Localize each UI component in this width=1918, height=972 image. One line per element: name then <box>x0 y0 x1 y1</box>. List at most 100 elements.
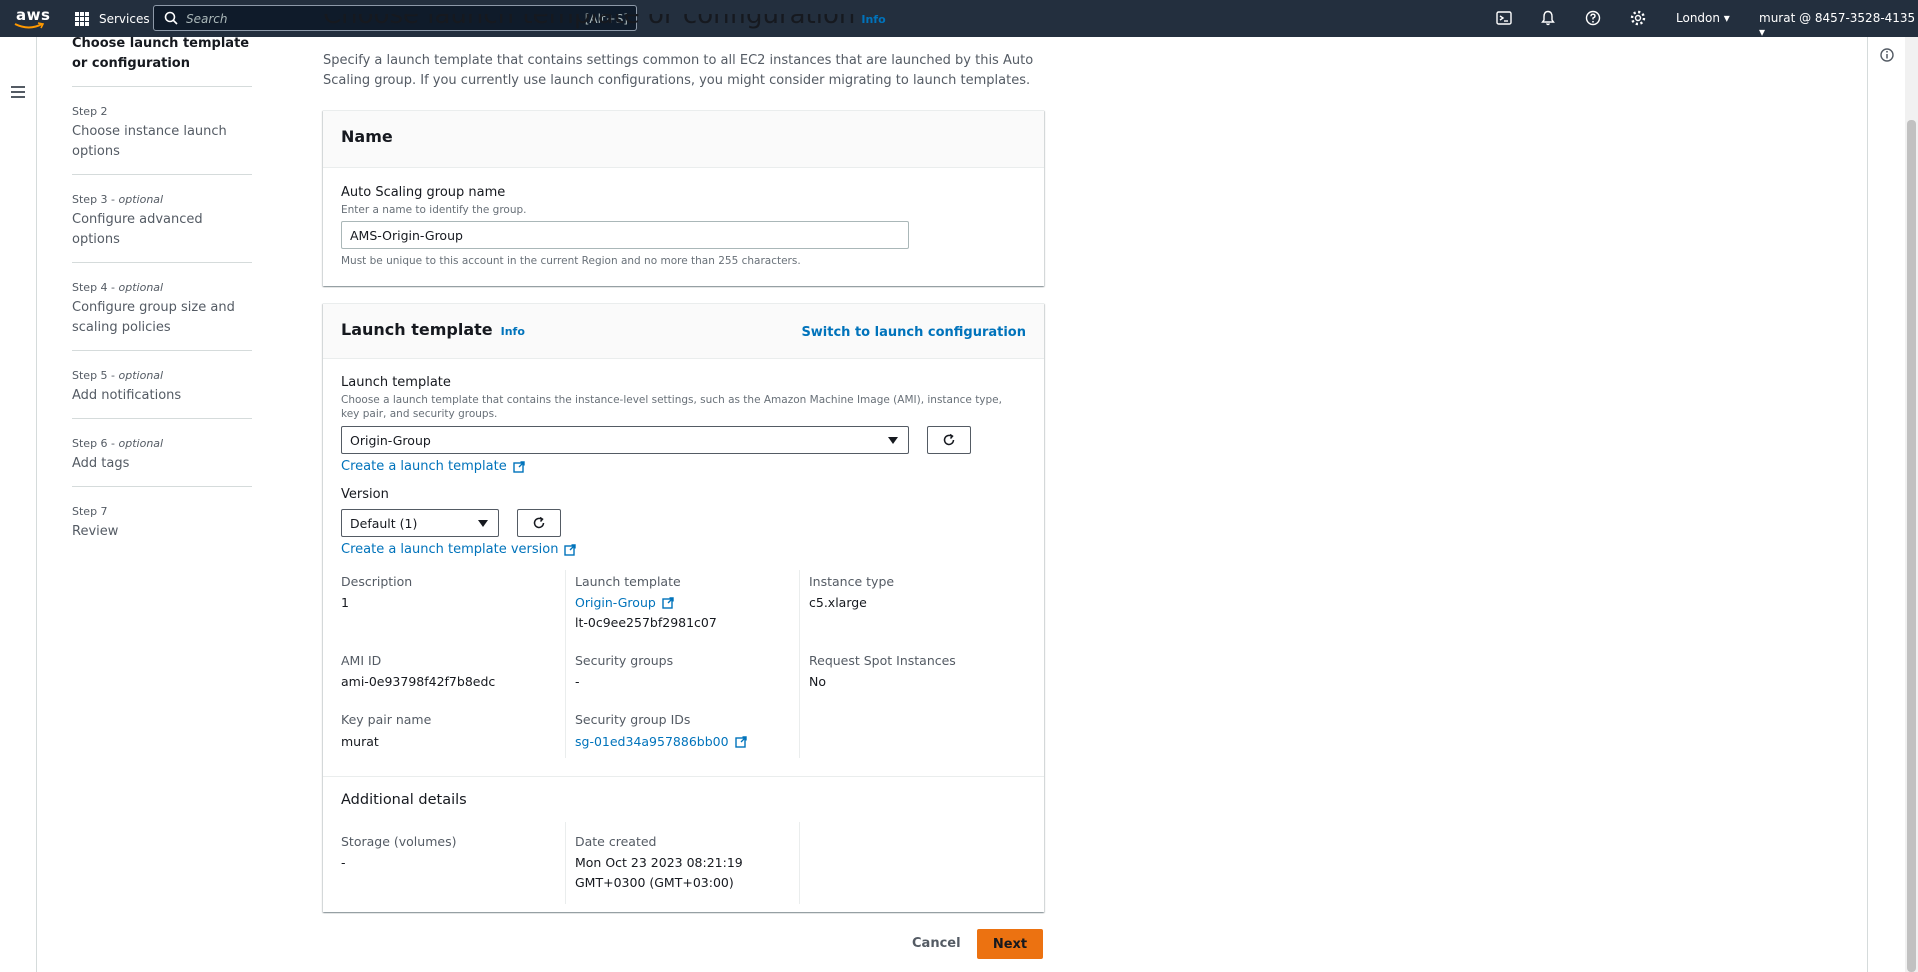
refresh-templates-button[interactable] <box>927 426 971 454</box>
external-link-icon <box>564 543 577 556</box>
cloudshell-icon[interactable] <box>1496 10 1512 26</box>
version-selected-value: Default (1) <box>350 516 418 531</box>
create-launch-template-version-link[interactable]: Create a launch template version <box>341 542 577 557</box>
bell-icon[interactable] <box>1540 10 1556 26</box>
asg-name-constraint: Must be unique to this account in the cu… <box>341 255 801 267</box>
create-launch-template-link[interactable]: Create a launch template <box>341 459 525 474</box>
ami-id-key: AMI ID <box>341 653 382 668</box>
step-2[interactable]: Step 2 Choose instance launch options <box>72 105 252 175</box>
external-link-icon <box>662 596 674 609</box>
launch-template-selected-value: Origin-Group <box>350 433 431 448</box>
grid-icon <box>75 12 89 26</box>
column-divider <box>565 822 566 904</box>
name-card: Name Auto Scaling group name Enter a nam… <box>323 110 1044 286</box>
ami-id-value: ami-0e93798f42f7b8edc <box>341 674 496 689</box>
date-created-value: Mon Oct 23 2023 08:21:19 <box>575 855 743 870</box>
external-link-icon <box>512 460 525 473</box>
key-pair-key: Key pair name <box>341 712 432 727</box>
search-placeholder: Search <box>186 12 228 26</box>
asg-name-label: Auto Scaling group name <box>341 185 506 200</box>
page-title: Choose launch template or configuration I… <box>323 14 886 30</box>
step-1[interactable]: Choose launch template or configuration <box>72 34 252 87</box>
security-group-ids-key: Security group IDs <box>575 712 691 727</box>
cancel-button[interactable]: Cancel <box>900 929 973 959</box>
name-card-header: Name <box>323 111 1044 168</box>
step-number: Step 2 <box>72 105 108 118</box>
refresh-icon <box>533 516 545 529</box>
search-icon <box>164 11 178 25</box>
launch-template-card: Launch template Info Switch to launch con… <box>323 303 1044 912</box>
launch-template-card-title: Launch template Info <box>341 320 525 339</box>
column-divider <box>799 570 800 758</box>
storage-key: Storage (volumes) <box>341 834 457 849</box>
scrollbar-thumb[interactable] <box>1907 120 1916 972</box>
step-title: Configure group size and scaling policie… <box>72 300 235 335</box>
page-title-info-link[interactable]: Info <box>861 14 885 26</box>
instance-type-key: Instance type <box>809 574 895 589</box>
security-group-id-link[interactable]: sg-01ed34a957886bb00 <box>575 734 747 749</box>
step-6[interactable]: Step 6 - optional Add tags <box>72 437 252 487</box>
security-groups-value: - <box>575 674 580 689</box>
step-number: Step 3 - optional <box>72 193 164 206</box>
additional-details-heading: Additional details <box>341 792 467 808</box>
aws-logo[interactable]: aws <box>14 5 50 31</box>
launch-template-label: Launch template <box>341 375 451 390</box>
step-number: Step 6 - optional <box>72 437 164 450</box>
date-created-key: Date created <box>575 834 657 849</box>
menu-icon[interactable] <box>11 86 25 101</box>
step-title: Add tags <box>72 456 130 471</box>
key-pair-value: murat <box>341 734 379 749</box>
external-link-icon <box>734 735 747 748</box>
caret-down-icon <box>888 437 898 444</box>
request-spot-key: Request Spot Instances <box>809 653 956 668</box>
column-divider <box>799 822 800 904</box>
step-5[interactable]: Step 5 - optional Add notifications <box>72 369 252 419</box>
launch-template-select[interactable]: Origin-Group <box>341 426 909 454</box>
help-icon[interactable] <box>1585 10 1601 26</box>
launch-template-card-header: Launch template Info Switch to launch con… <box>323 304 1044 359</box>
section-divider <box>323 776 1044 777</box>
description-key: Description <box>341 574 413 589</box>
launch-template-info-link[interactable]: Info <box>501 325 525 338</box>
launch-template-hint: Choose a launch template that contains t… <box>341 394 1002 420</box>
account-menu[interactable]: murat @ 8457-3528-4135 ▾ <box>1759 11 1918 39</box>
launch-template-key: Launch template <box>575 574 681 589</box>
next-button[interactable]: Next <box>977 929 1043 959</box>
top-navigation: aws Services Search [Alt+S] London ▾ mur… <box>0 0 1918 39</box>
launch-template-detail-link[interactable]: Origin-Group <box>575 595 674 610</box>
refresh-versions-button[interactable] <box>517 509 561 537</box>
column-divider <box>565 570 566 758</box>
asg-name-hint: Enter a name to identify the group. <box>341 204 527 216</box>
aws-smile-icon <box>14 22 44 29</box>
step-number: Step 5 - optional <box>72 369 164 382</box>
step-title: Choose instance launch options <box>72 124 227 159</box>
version-select[interactable]: Default (1) <box>341 509 499 537</box>
step-title: Review <box>72 524 119 539</box>
step-title: Add notifications <box>72 388 182 403</box>
instance-type-value: c5.xlarge <box>809 595 867 610</box>
step-title: Configure advanced options <box>72 212 203 247</box>
step-number: Step 7 <box>72 505 108 518</box>
wizard-steps: Choose launch template or configuration … <box>72 34 252 572</box>
gear-icon[interactable] <box>1630 10 1646 26</box>
step-number: Step 4 - optional <box>72 281 164 294</box>
refresh-icon <box>943 433 955 446</box>
name-card-title: Name <box>341 127 393 146</box>
services-menu-button[interactable]: Services <box>75 9 150 29</box>
description-value: 1 <box>341 595 349 610</box>
request-spot-value: No <box>809 674 826 689</box>
services-label: Services <box>99 12 150 26</box>
page-description: Specify a launch template that contains … <box>323 53 1034 88</box>
asg-name-input[interactable]: AMS-Origin-Group <box>341 221 909 249</box>
storage-value: - <box>341 855 346 870</box>
step-3[interactable]: Step 3 - optional Configure advanced opt… <box>72 193 252 263</box>
date-created-timezone: GMT+0300 (GMT+03:00) <box>575 875 734 890</box>
step-title: Choose launch template or configuration <box>72 36 250 71</box>
region-selector[interactable]: London ▾ <box>1676 11 1730 25</box>
step-7[interactable]: Step 7 Review <box>72 505 252 554</box>
version-label: Version <box>341 487 389 502</box>
step-4[interactable]: Step 4 - optional Configure group size a… <box>72 281 252 351</box>
caret-down-icon <box>478 520 488 527</box>
info-panel-icon[interactable] <box>1880 48 1894 62</box>
switch-to-launch-configuration-link[interactable]: Switch to launch configuration <box>801 325 1026 340</box>
